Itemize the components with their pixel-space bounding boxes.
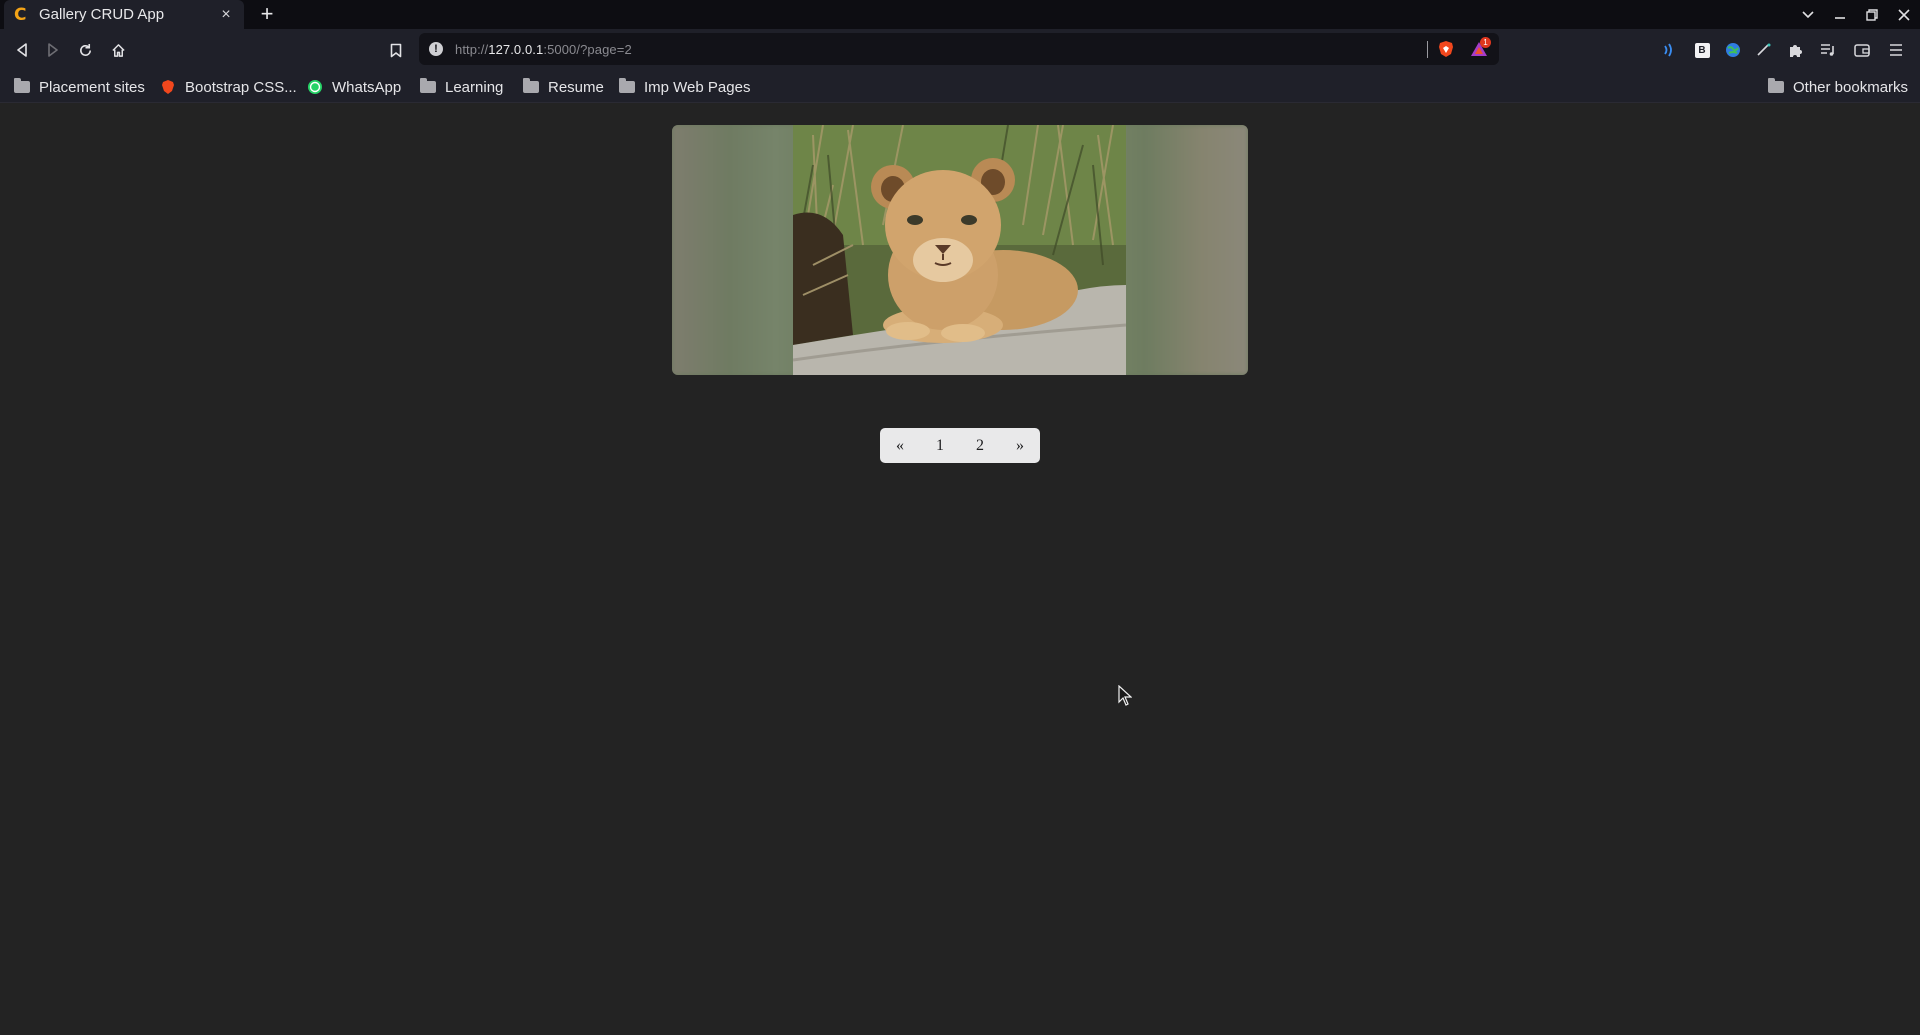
omnibox-divider [1427, 41, 1428, 58]
bookmark-resume[interactable]: Resume [523, 77, 604, 97]
pagination-page-1[interactable]: 1 [920, 428, 960, 463]
bookmark-learning[interactable]: Learning [420, 77, 503, 97]
pagination: « 1 2 » [880, 428, 1040, 463]
brave-rewards-icon[interactable]: 1 [1469, 37, 1491, 58]
pagination-next[interactable]: » [1000, 428, 1040, 463]
mouse-cursor-icon [1118, 685, 1132, 706]
wallet-icon[interactable] [1850, 38, 1874, 62]
home-icon[interactable] [106, 38, 130, 62]
extensions-puzzle-icon[interactable] [1784, 38, 1808, 62]
rewards-badge: 1 [1480, 37, 1491, 48]
bookmark-whatsapp[interactable]: WhatsApp [307, 77, 401, 97]
bookmarks-bar: Placement sites Bootstrap CSS... WhatsAp… [0, 71, 1920, 103]
tab-title: Gallery CRUD App [39, 6, 165, 23]
reload-icon[interactable] [73, 38, 97, 62]
stylus-extension-icon[interactable] [1752, 38, 1776, 62]
tab-favicon: C [14, 4, 27, 25]
whatsapp-icon [308, 80, 322, 94]
folder-icon [420, 78, 436, 93]
back-icon[interactable] [10, 38, 34, 62]
folder-icon [14, 78, 30, 93]
browser-toolbar: ! http://127.0.0.1:5000/?page=2 1 B [0, 29, 1920, 71]
brave-shields-icon[interactable] [1437, 40, 1455, 58]
close-icon[interactable]: × [218, 6, 234, 24]
new-tab-button[interactable]: + [256, 3, 278, 25]
window-close-icon[interactable] [1888, 0, 1920, 29]
site-info-icon[interactable]: ! [429, 42, 443, 56]
menu-icon[interactable] [1884, 38, 1908, 62]
address-bar[interactable]: ! http://127.0.0.1:5000/?page=2 1 [419, 33, 1499, 65]
bookmark-bootstrap-css[interactable]: Bootstrap CSS... [160, 77, 297, 97]
folder-icon [619, 78, 635, 93]
tab-search-chevron-icon[interactable] [1792, 0, 1824, 29]
bookmark-placement-sites[interactable]: Placement sites [14, 77, 145, 97]
brave-talk-icon[interactable] [1658, 38, 1682, 62]
tab-gallery-crud-app[interactable]: C Gallery CRUD App × [4, 0, 244, 29]
bookmark-imp-web-pages[interactable]: Imp Web Pages [619, 77, 750, 97]
bookmark-page-icon[interactable] [384, 38, 408, 62]
url-text[interactable]: http://127.0.0.1:5000/?page=2 [455, 42, 632, 57]
folder-icon [1768, 78, 1784, 93]
other-bookmarks[interactable]: Other bookmarks [1768, 77, 1908, 97]
window-controls [1792, 0, 1920, 29]
extension-b-icon[interactable]: B [1690, 38, 1714, 62]
brave-favicon [162, 80, 174, 94]
minimize-icon[interactable] [1824, 0, 1856, 29]
folder-icon [523, 78, 539, 93]
lion-cub-image [793, 125, 1126, 375]
globe-extension-icon[interactable] [1721, 38, 1745, 62]
playlist-icon[interactable] [1816, 38, 1840, 62]
gallery-image-card[interactable] [672, 125, 1248, 375]
pagination-page-2[interactable]: 2 [960, 428, 1000, 463]
page-content: « 1 2 » [0, 103, 1920, 1035]
restore-icon[interactable] [1856, 0, 1888, 29]
pagination-prev[interactable]: « [880, 428, 920, 463]
forward-icon[interactable] [41, 38, 65, 62]
tab-strip: C Gallery CRUD App × + [0, 0, 1920, 29]
